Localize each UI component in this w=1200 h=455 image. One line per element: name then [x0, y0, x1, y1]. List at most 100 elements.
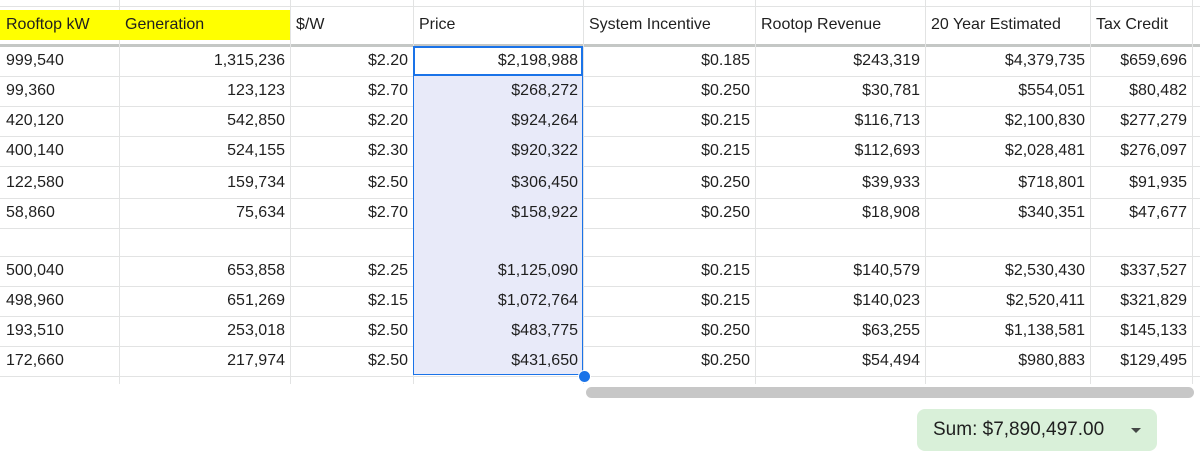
- cell-system-incentive[interactable]: $0.215: [583, 136, 755, 166]
- cell-system-incentive[interactable]: $0.250: [583, 316, 755, 346]
- cell-rooftop-revenue[interactable]: $30,781: [755, 76, 925, 106]
- cell-rooftop-kw[interactable]: 193,510: [0, 316, 119, 346]
- cell-price-per-watt[interactable]: $2.20: [290, 106, 413, 136]
- cell-estimated-20yr[interactable]: $2,028,481: [925, 136, 1090, 166]
- cell-rooftop-revenue[interactable]: $112,693: [755, 136, 925, 166]
- cell-estimated-20yr[interactable]: [925, 228, 1090, 256]
- cell-generation[interactable]: 75,634: [119, 198, 290, 228]
- cell-price[interactable]: $1,125,090: [413, 256, 583, 286]
- cell-tax-credit[interactable]: $145,133: [1090, 316, 1192, 346]
- cell-price-per-watt[interactable]: $2.70: [290, 198, 413, 228]
- cell-rooftop-kw[interactable]: 420,120: [0, 106, 119, 136]
- cell-rooftop-revenue[interactable]: $18,908: [755, 198, 925, 228]
- cell-price[interactable]: [413, 228, 583, 256]
- cell-system-incentive[interactable]: $0.250: [583, 168, 755, 198]
- cell-rooftop-kw[interactable]: 498,960: [0, 286, 119, 316]
- cell-rooftop-kw[interactable]: 172,660: [0, 346, 119, 376]
- cell-generation[interactable]: 524,155: [119, 136, 290, 166]
- cell-rooftop-kw[interactable]: 99,360: [0, 76, 119, 106]
- cell-tax-credit[interactable]: $91,935: [1090, 168, 1192, 198]
- cell-tax-credit[interactable]: $47,677: [1090, 198, 1192, 228]
- cell-tax-credit[interactable]: $277,279: [1090, 106, 1192, 136]
- cell-estimated-20yr[interactable]: $980,883: [925, 346, 1090, 376]
- cell-rooftop-revenue[interactable]: $116,713: [755, 106, 925, 136]
- cell-price-per-watt[interactable]: $2.50: [290, 316, 413, 346]
- cell-price-per-watt[interactable]: $2.15: [290, 286, 413, 316]
- cell-generation[interactable]: [119, 228, 290, 256]
- cell-rooftop-revenue[interactable]: [755, 228, 925, 256]
- header-estimated-20yr[interactable]: 20 Year Estimated: [925, 10, 1090, 40]
- cell-rooftop-kw[interactable]: 400,140: [0, 136, 119, 166]
- cell-rooftop-kw[interactable]: 500,040: [0, 256, 119, 286]
- cell-generation[interactable]: 159,734: [119, 168, 290, 198]
- cell-system-incentive[interactable]: $0.250: [583, 346, 755, 376]
- cell-system-incentive[interactable]: $0.250: [583, 198, 755, 228]
- cell-estimated-20yr[interactable]: $1,138,581: [925, 316, 1090, 346]
- cell-tax-credit[interactable]: $276,097: [1090, 136, 1192, 166]
- cell-price[interactable]: $268,272: [413, 76, 583, 106]
- cell-tax-credit[interactable]: $129,495: [1090, 346, 1192, 376]
- cell-tax-credit[interactable]: $337,527: [1090, 256, 1192, 286]
- header-rooftop-revenue[interactable]: Rootop Revenue: [755, 10, 925, 40]
- cell-rooftop-revenue[interactable]: $243,319: [755, 46, 925, 76]
- cell-price[interactable]: $431,650: [413, 346, 583, 376]
- cell-generation[interactable]: 1,315,236: [119, 46, 290, 76]
- cell-estimated-20yr[interactable]: $2,100,830: [925, 106, 1090, 136]
- cell-tax-credit[interactable]: $659,696: [1090, 46, 1192, 76]
- cell-rooftop-kw[interactable]: 58,860: [0, 198, 119, 228]
- cell-price-per-watt[interactable]: $2.20: [290, 46, 413, 76]
- header-price[interactable]: Price: [413, 10, 583, 40]
- cell-tax-credit[interactable]: [1090, 228, 1192, 256]
- cell-price[interactable]: $483,775: [413, 316, 583, 346]
- header-rooftop-kw[interactable]: Rooftop kW: [0, 10, 119, 40]
- cell-price[interactable]: $306,450: [413, 168, 583, 198]
- cell-generation[interactable]: 217,974: [119, 346, 290, 376]
- cell-tax-credit[interactable]: $321,829: [1090, 286, 1192, 316]
- cell-price[interactable]: $920,322: [413, 136, 583, 166]
- cell-estimated-20yr[interactable]: $2,530,430: [925, 256, 1090, 286]
- cell-estimated-20yr[interactable]: $554,051: [925, 76, 1090, 106]
- cell-system-incentive[interactable]: $0.215: [583, 256, 755, 286]
- cell-rooftop-revenue[interactable]: $63,255: [755, 316, 925, 346]
- cell-rooftop-kw[interactable]: 122,580: [0, 168, 119, 198]
- cell-price-per-watt[interactable]: $2.70: [290, 76, 413, 106]
- fill-handle[interactable]: [578, 370, 591, 383]
- header-tax-credit[interactable]: Tax Credit: [1090, 10, 1192, 40]
- cell-system-incentive[interactable]: $0.215: [583, 286, 755, 316]
- cell-tax-credit[interactable]: $80,482: [1090, 76, 1192, 106]
- cell-rooftop-revenue[interactable]: $54,494: [755, 346, 925, 376]
- header-price-per-watt[interactable]: $/W: [290, 10, 413, 40]
- cell-price-per-watt[interactable]: [290, 228, 413, 256]
- cell-system-incentive[interactable]: [583, 228, 755, 256]
- cell-price[interactable]: $2,198,988: [413, 46, 583, 76]
- cell-rooftop-revenue[interactable]: $140,579: [755, 256, 925, 286]
- cell-price-per-watt[interactable]: $2.50: [290, 168, 413, 198]
- cell-generation[interactable]: 651,269: [119, 286, 290, 316]
- cell-rooftop-kw[interactable]: [0, 228, 119, 256]
- selection-sum-chip[interactable]: Sum: $7,890,497.00: [917, 409, 1157, 451]
- cell-rooftop-revenue[interactable]: $140,023: [755, 286, 925, 316]
- cell-rooftop-kw[interactable]: 999,540: [0, 46, 119, 76]
- cell-generation[interactable]: 123,123: [119, 76, 290, 106]
- cell-price[interactable]: $1,072,764: [413, 286, 583, 316]
- horizontal-scrollbar-thumb[interactable]: [586, 387, 1194, 398]
- cell-price-per-watt[interactable]: $2.30: [290, 136, 413, 166]
- cell-generation[interactable]: 253,018: [119, 316, 290, 346]
- cell-estimated-20yr[interactable]: $2,520,411: [925, 286, 1090, 316]
- cell-system-incentive[interactable]: $0.215: [583, 106, 755, 136]
- cell-system-incentive[interactable]: $0.185: [583, 46, 755, 76]
- cell-rooftop-revenue[interactable]: $39,933: [755, 168, 925, 198]
- cell-system-incentive[interactable]: $0.250: [583, 76, 755, 106]
- cell-price-per-watt[interactable]: $2.25: [290, 256, 413, 286]
- cell-estimated-20yr[interactable]: $4,379,735: [925, 46, 1090, 76]
- cell-price[interactable]: $924,264: [413, 106, 583, 136]
- chevron-down-icon[interactable]: [1131, 428, 1141, 433]
- header-system-incentive[interactable]: System Incentive: [583, 10, 755, 40]
- cell-generation[interactable]: 653,858: [119, 256, 290, 286]
- cell-price-per-watt[interactable]: $2.50: [290, 346, 413, 376]
- cell-estimated-20yr[interactable]: $340,351: [925, 198, 1090, 228]
- cell-estimated-20yr[interactable]: $718,801: [925, 168, 1090, 198]
- cell-price[interactable]: $158,922: [413, 198, 583, 228]
- header-generation[interactable]: Generation: [119, 10, 290, 40]
- cell-generation[interactable]: 542,850: [119, 106, 290, 136]
